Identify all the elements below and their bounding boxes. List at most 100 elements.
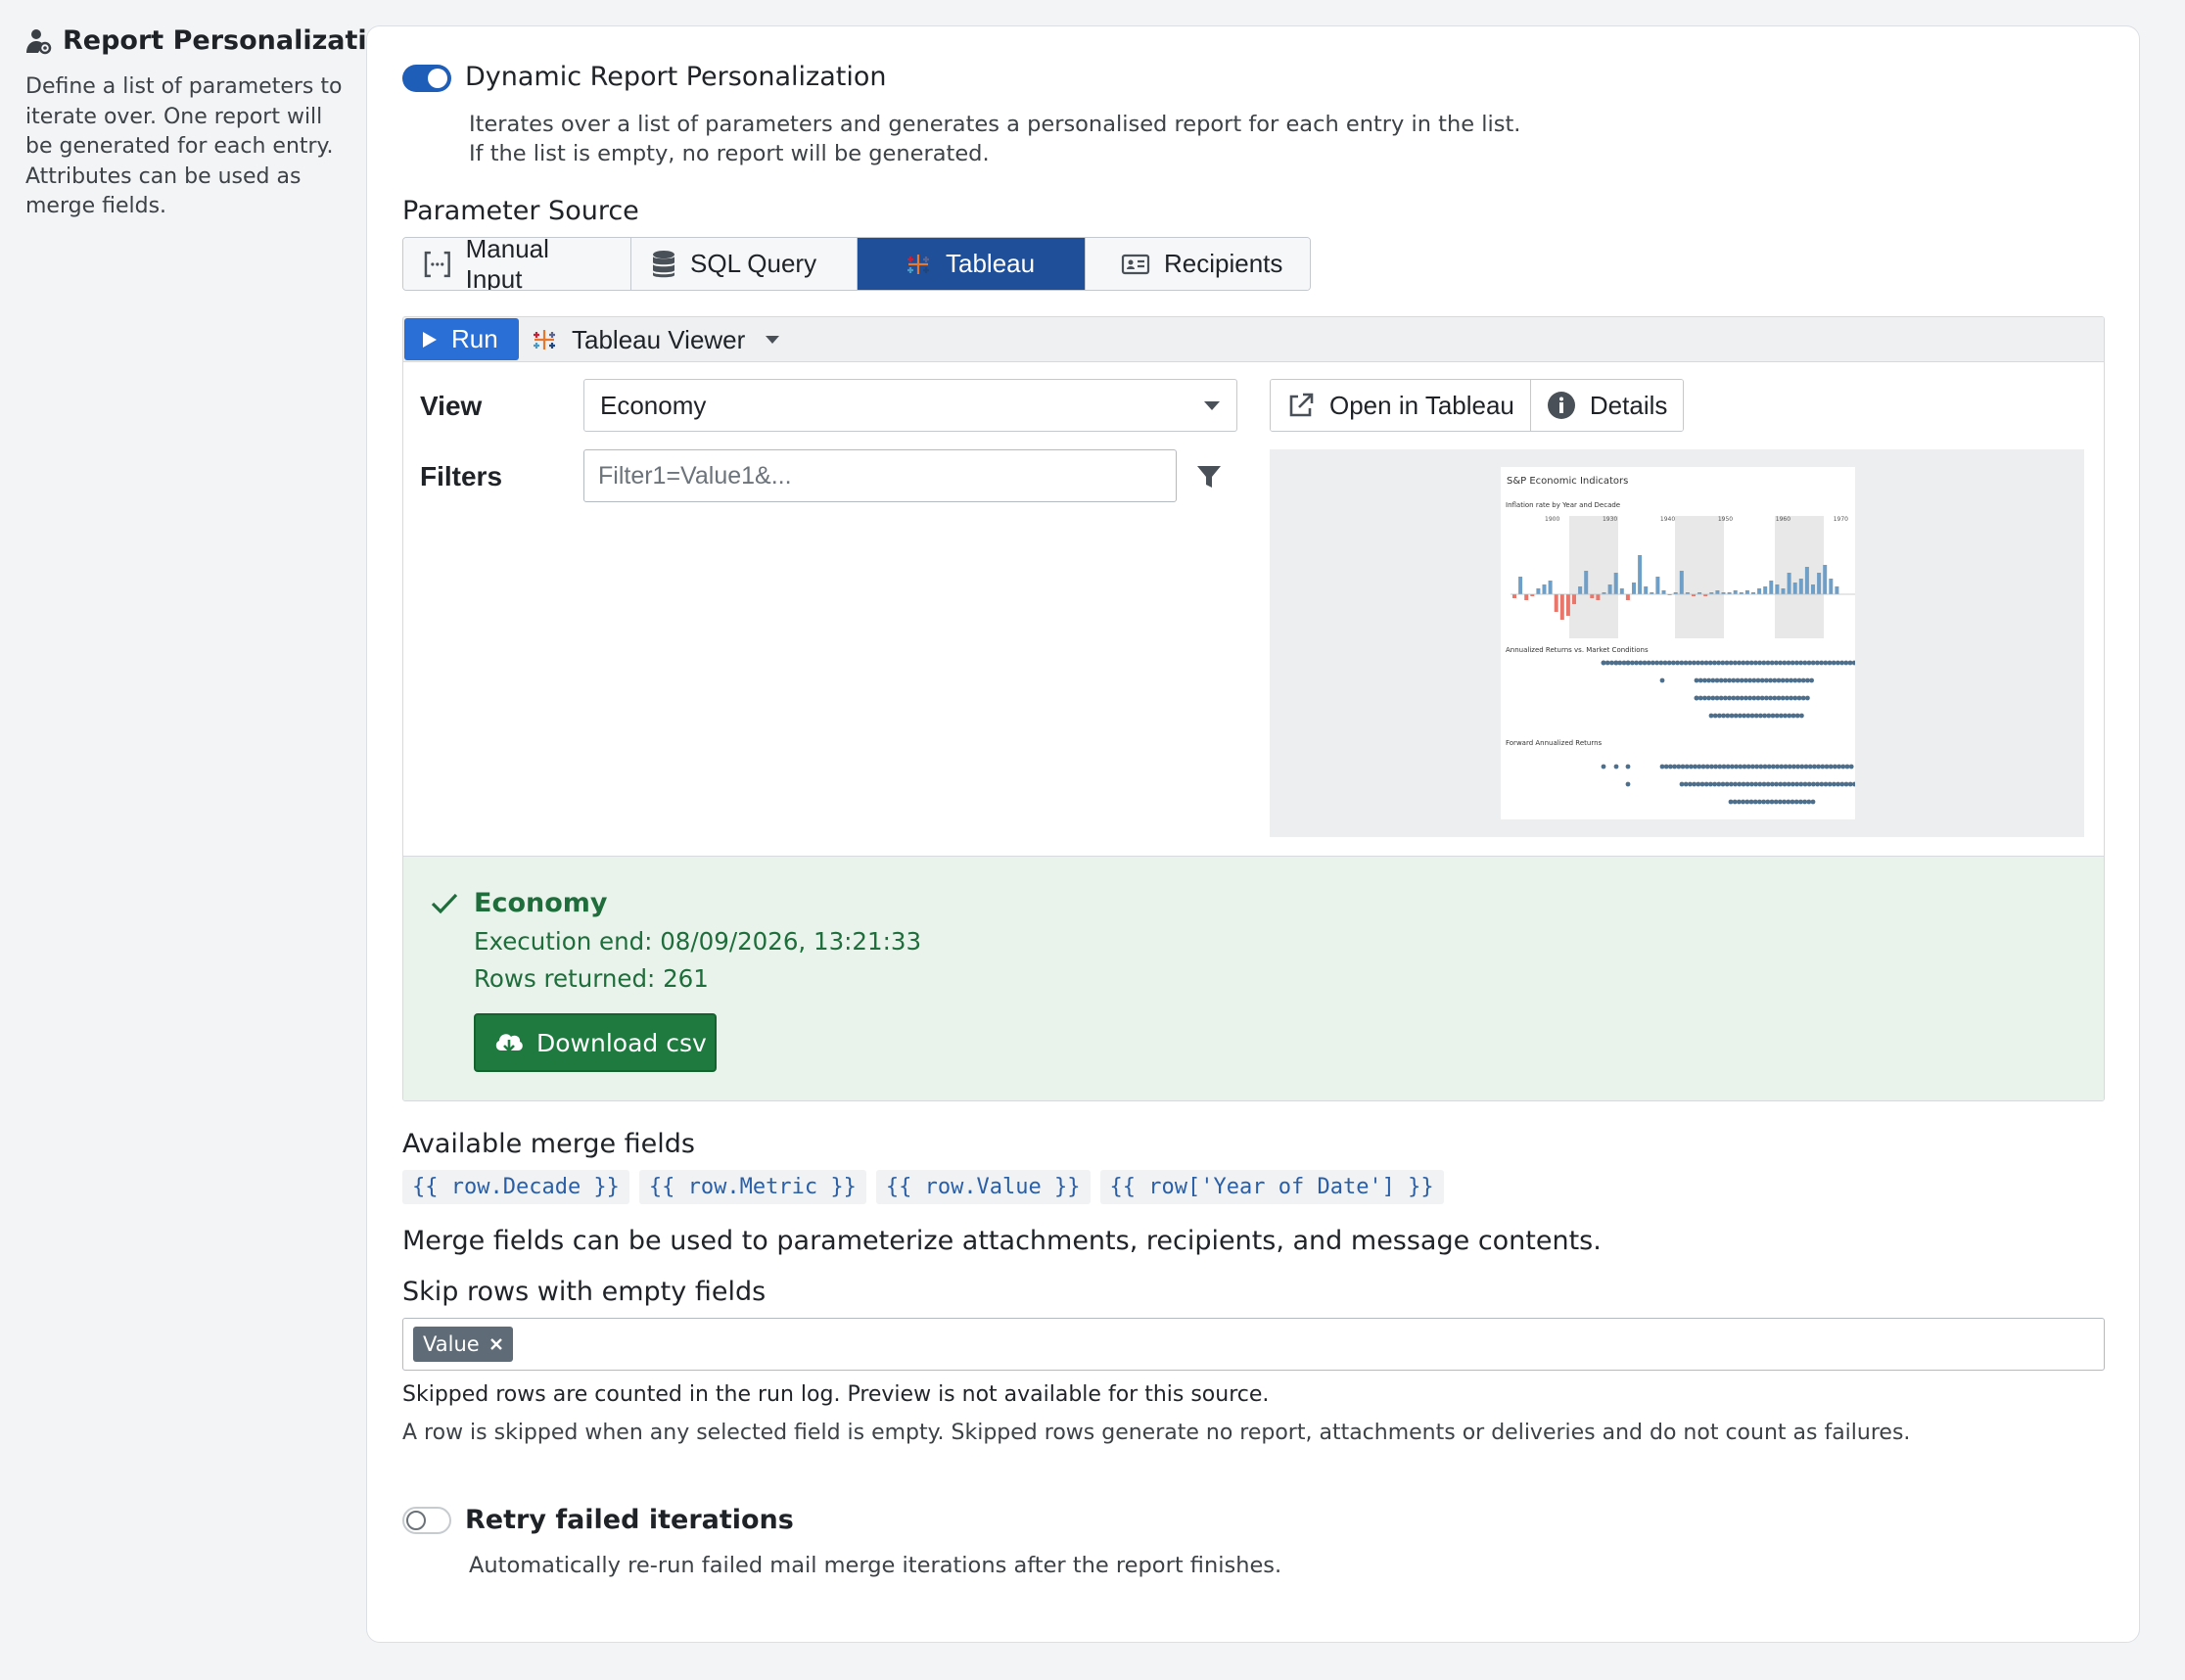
preview-dot: [1737, 660, 1742, 666]
merge-field-chip[interactable]: {{ row['Year of Date'] }}: [1099, 1170, 1444, 1204]
dynamic-personalization-label: Dynamic Report Personalization: [465, 62, 887, 92]
preview-bar: [1613, 573, 1618, 594]
sidebar-title: Report Personalization: [23, 25, 403, 56]
preview-dot: [1668, 764, 1673, 770]
preview-dot: [1666, 660, 1672, 666]
toggle-knob: [406, 1511, 426, 1530]
preview-dot: [1782, 781, 1788, 787]
preview-dot: [1688, 781, 1693, 787]
preview-dot: [1792, 677, 1798, 683]
preview-dot: [1748, 660, 1754, 666]
details-label: Details: [1589, 390, 1668, 420]
preview-dot: [1786, 799, 1791, 805]
preview-dot: [1836, 764, 1841, 770]
remove-icon[interactable]: [489, 1337, 503, 1351]
preview-dot: [1692, 781, 1697, 787]
preview-dot: [1741, 799, 1745, 805]
preview-bar: [1512, 594, 1516, 598]
preview-dot: [1786, 781, 1791, 787]
view-select[interactable]: Economy: [583, 379, 1237, 432]
preview-dot: [1783, 764, 1789, 770]
merge-field-chip[interactable]: {{ row.Metric }}: [638, 1170, 866, 1204]
preview-dot: [1696, 660, 1700, 666]
preview-dot: [1753, 713, 1759, 719]
preview-dot: [1750, 764, 1755, 770]
dynamic-personalization-toggle[interactable]: [402, 65, 451, 92]
preview-dot: [1810, 660, 1816, 666]
preview-dot: [1703, 660, 1709, 666]
preview-dot: [1800, 677, 1806, 683]
decade-label: 1960: [1775, 516, 1791, 523]
preview-dot: [1693, 764, 1697, 770]
preview-dot: [1700, 764, 1706, 770]
preview-dot: [1749, 781, 1754, 787]
caret-down-icon: [766, 336, 780, 344]
preview-dot: [1724, 781, 1730, 787]
preview-dot: [1843, 781, 1849, 787]
parameter-source-label: Parameter Source: [402, 196, 639, 226]
preview-dot: [1718, 695, 1724, 701]
preview-dot: [1721, 764, 1727, 770]
preview-dot: [1683, 660, 1689, 666]
preview-dot: [1798, 781, 1804, 787]
preview-dot: [1730, 764, 1735, 770]
retry-help: Automatically re-run failed mail merge i…: [469, 1553, 1282, 1578]
preview-dot: [1712, 713, 1718, 719]
preview-dot: [1744, 781, 1750, 787]
preview-dot: [1815, 781, 1820, 787]
preview-dot: [1768, 677, 1773, 683]
preview-dot: [1679, 781, 1685, 787]
download-csv-button[interactable]: Download csv: [474, 1013, 717, 1072]
open-in-tableau-button[interactable]: Open in Tableau: [1271, 380, 1531, 431]
toggle-knob: [428, 69, 447, 88]
tab-sql-query[interactable]: SQL Query: [631, 238, 858, 290]
filter-icon[interactable]: [1195, 463, 1223, 490]
tab-recipients[interactable]: Recipients: [1086, 238, 1310, 290]
preview-dot: [1728, 660, 1734, 666]
preview-bar: [1829, 579, 1834, 594]
tableau-icon: [534, 330, 555, 350]
preview-bar: [1744, 590, 1749, 594]
preview-dot: [1683, 781, 1689, 787]
tab-manual-input[interactable]: Manual Input: [403, 238, 631, 290]
id-card-icon: [1121, 254, 1150, 274]
preview-bar: [1518, 577, 1523, 594]
preview-dot: [1764, 677, 1769, 683]
tableau-viewer-dropdown[interactable]: Tableau Viewer: [531, 317, 780, 362]
preview-dot: [1809, 677, 1814, 683]
merge-field-list: {{ row.Decade }} {{ row.Metric }} {{ row…: [402, 1170, 1444, 1204]
skip-fields-select[interactable]: Value: [402, 1318, 2105, 1371]
preview-dot: [1776, 677, 1782, 683]
run-button-label: Run: [451, 324, 498, 353]
merge-field-chip[interactable]: {{ row.Value }}: [875, 1170, 1091, 1204]
preview-dot: [1799, 764, 1805, 770]
preview-dot: [1742, 713, 1746, 719]
preview-bar: [1625, 594, 1630, 600]
preview-dot: [1770, 713, 1776, 719]
preview-dot: [1702, 695, 1707, 701]
skip-note-2: A row is skipped when any selected field…: [402, 1421, 1911, 1445]
preview-dot: [1739, 695, 1744, 701]
preview-dot: [1721, 713, 1726, 719]
tableau-viewer-label: Tableau Viewer: [572, 324, 746, 354]
preview-dot: [1807, 764, 1813, 770]
preview-dot: [1790, 799, 1795, 805]
preview-bar: [1565, 594, 1570, 616]
preview-dot: [1839, 660, 1844, 666]
merge-field-chip[interactable]: {{ row.Decade }}: [402, 1170, 629, 1204]
preview-dot: [1743, 695, 1748, 701]
preview-bar: [1661, 590, 1666, 594]
preview-dot: [1744, 660, 1750, 666]
preview-dot: [1702, 677, 1707, 683]
preview-dot: [1761, 799, 1766, 805]
retry-failed-toggle[interactable]: [402, 1507, 451, 1534]
preview-dot: [1720, 660, 1726, 666]
open-in-tableau-label: Open in Tableau: [1329, 390, 1514, 420]
run-button[interactable]: Run: [404, 318, 519, 360]
preview-bar: [1769, 581, 1774, 594]
preview-dot: [1741, 660, 1746, 666]
filters-input[interactable]: Filter1=Value1&...: [583, 449, 1177, 502]
details-button[interactable]: Details: [1530, 380, 1684, 431]
tab-tableau[interactable]: Tableau: [858, 238, 1086, 290]
preview-dot: [1675, 660, 1680, 666]
